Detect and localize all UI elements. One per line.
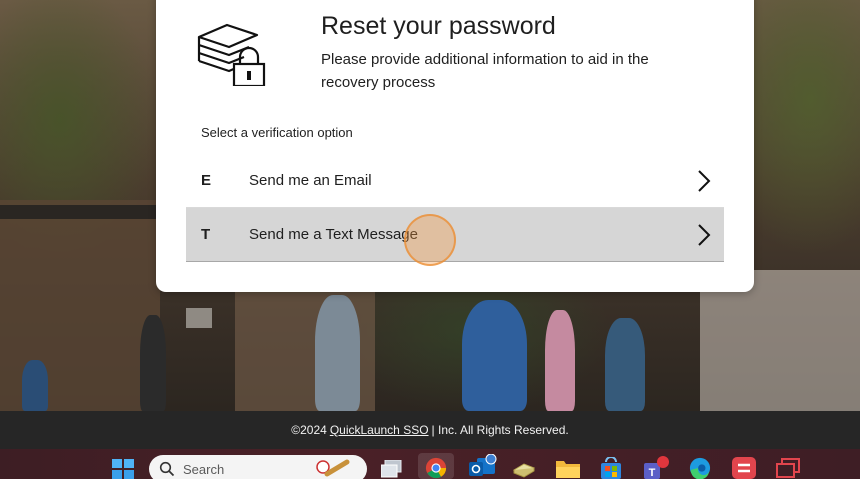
option-label: Send me an Email xyxy=(249,172,372,189)
page-title: Reset your password xyxy=(321,12,556,40)
option-label: Send me a Text Message xyxy=(249,226,418,243)
windows-start-icon[interactable] xyxy=(111,459,135,479)
email-verification-option[interactable]: E Send me an Email xyxy=(186,154,724,208)
microsoft-store-icon[interactable] xyxy=(599,457,623,479)
copyright-footer: ©2024 QuickLaunch SSO | Inc. All Rights … xyxy=(0,411,860,449)
background-person xyxy=(605,318,645,411)
windows-taskbar: Search T xyxy=(0,449,860,479)
click-indicator xyxy=(404,214,456,266)
app-window-icon[interactable] xyxy=(776,458,800,478)
teams-icon[interactable]: T xyxy=(642,454,672,479)
quicklaunch-sso-link[interactable]: QuickLaunch SSO xyxy=(330,423,429,437)
background-person xyxy=(545,310,575,411)
chevron-right-icon xyxy=(684,161,724,201)
task-view-icon[interactable] xyxy=(381,460,403,478)
reset-password-card: Reset your password Please provide addit… xyxy=(156,0,754,292)
background-beam xyxy=(0,205,160,219)
verification-option-label: Select a verification option xyxy=(201,125,353,140)
outlook-icon[interactable] xyxy=(469,454,497,479)
option-letter: E xyxy=(201,172,212,189)
background-person xyxy=(462,300,527,411)
background-person xyxy=(22,360,48,411)
background-window xyxy=(186,308,212,328)
sticky-notes-icon[interactable] xyxy=(512,460,536,478)
background-person xyxy=(140,315,166,411)
search-highlight-icon xyxy=(316,459,350,477)
chevron-right-icon xyxy=(684,215,724,255)
taskbar-search-box[interactable]: Search xyxy=(149,455,367,479)
chrome-icon[interactable] xyxy=(424,457,448,479)
background-person xyxy=(315,295,360,411)
edge-icon[interactable] xyxy=(688,457,712,479)
search-icon xyxy=(159,461,175,477)
page-description: Please provide additional information to… xyxy=(321,51,649,91)
stacked-layers-lock-icon xyxy=(197,23,266,86)
search-placeholder: Search xyxy=(183,461,225,477)
svg-text:T: T xyxy=(649,467,656,479)
copyright-year: ©2024 xyxy=(291,423,327,437)
option-letter: T xyxy=(201,226,211,243)
app-red-icon[interactable] xyxy=(732,457,756,479)
file-explorer-icon[interactable] xyxy=(555,458,581,479)
copyright-suffix: | Inc. All Rights Reserved. xyxy=(431,423,569,437)
